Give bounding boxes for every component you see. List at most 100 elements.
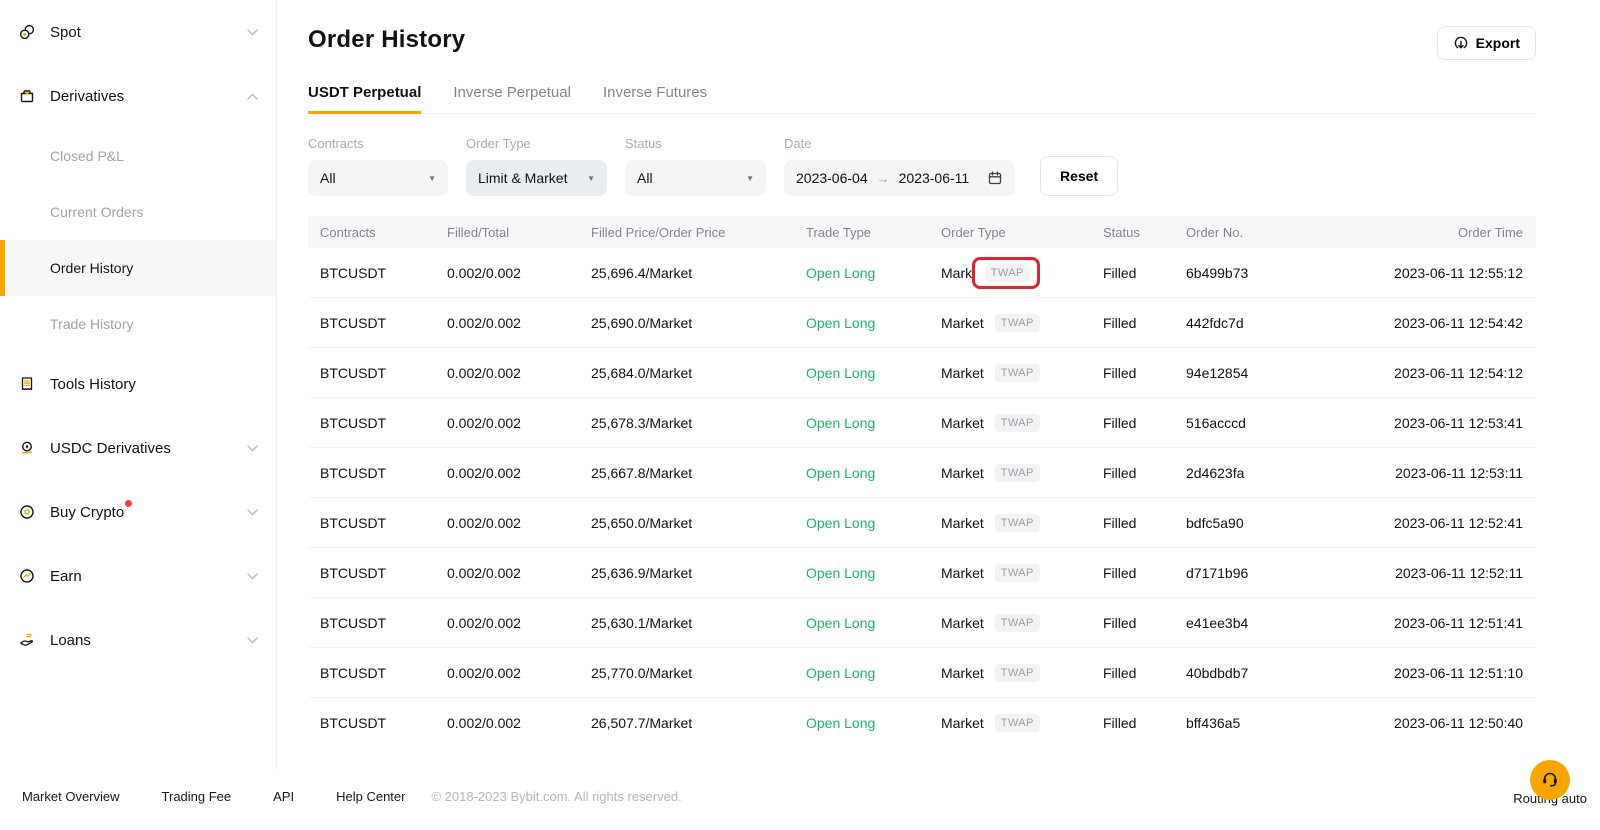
cell-contract: BTCUSDT (308, 565, 435, 581)
reset-button[interactable]: Reset (1040, 156, 1118, 196)
cell-trade-type: Open Long (794, 665, 929, 681)
cell-order-no: bff436a5 (1174, 715, 1378, 731)
cell-filled-total: 0.002/0.002 (435, 565, 579, 581)
cell-trade-type: Open Long (794, 315, 929, 331)
tab-usdt-perpetual[interactable]: USDT Perpetual (308, 84, 421, 113)
sidebar-item-buy-crypto[interactable]: Buy Crypto (0, 480, 276, 544)
tools-history-icon (18, 375, 36, 393)
cell-status: Filled (1091, 615, 1174, 631)
chevron-down-icon (247, 637, 258, 644)
cell-order-time: 2023-06-11 12:52:41 (1378, 515, 1536, 531)
main-content: Order History Export USDT Perpetual Inve… (277, 0, 1600, 770)
cell-trade-type: Open Long (794, 365, 929, 381)
sidebar-item-current-orders[interactable]: Current Orders (0, 184, 276, 240)
cell-order-type: Market TWAP (929, 458, 1091, 488)
tab-inverse-perpetual[interactable]: Inverse Perpetual (453, 84, 571, 113)
footer-link-trading-fee[interactable]: Trading Fee (162, 789, 232, 804)
sidebar: Spot Derivatives Closed P&L Current Ord (0, 0, 277, 770)
cell-status: Filled (1091, 315, 1174, 331)
contracts-select[interactable]: All ▼ (308, 160, 448, 196)
column-header: Order Type (929, 225, 1091, 240)
order-type-select[interactable]: Limit & Market ▼ (466, 160, 607, 196)
twap-annotation-box: TWAP (986, 708, 1049, 738)
footer-link-help-center[interactable]: Help Center (336, 789, 405, 804)
cell-contract: BTCUSDT (308, 515, 435, 531)
cell-price: 26,507.7/Market (579, 715, 794, 731)
sidebar-item-usdc-derivatives[interactable]: USDC Derivatives (0, 416, 276, 480)
twap-badge: TWAP (995, 514, 1040, 532)
sidebar-item-label: USDC Derivatives (50, 440, 171, 457)
sidebar-subitem-label: Current Orders (50, 204, 143, 220)
table-body: BTCUSDT 0.002/0.002 25,696.4/Market Open… (308, 248, 1536, 748)
app-window: Spot Derivatives Closed P&L Current Ord (0, 0, 1600, 770)
cell-price: 25,636.9/Market (579, 565, 794, 581)
caret-down-icon: ▼ (736, 174, 754, 183)
sidebar-item-label: Derivatives (50, 88, 124, 105)
headset-icon (1539, 769, 1561, 791)
status-select[interactable]: All ▼ (625, 160, 766, 196)
footer: Market Overview Trading Fee API Help Cen… (0, 770, 1600, 830)
tab-inverse-futures[interactable]: Inverse Futures (603, 84, 707, 113)
cell-trade-type: Open Long (794, 465, 929, 481)
cell-order-type: Market TWAP (929, 358, 1091, 388)
cell-contract: BTCUSDT (308, 265, 435, 281)
twap-annotation-box: TWAP (986, 608, 1049, 638)
column-header: Trade Type (794, 225, 929, 240)
twap-badge: TWAP (995, 714, 1040, 732)
sidebar-item-earn[interactable]: Earn (0, 544, 276, 608)
chevron-down-icon (247, 445, 258, 452)
sidebar-item-tools-history[interactable]: Tools History (0, 352, 276, 416)
cell-trade-type: Open Long (794, 565, 929, 581)
cell-contract: BTCUSDT (308, 665, 435, 681)
copyright-text: © 2018-2023 Bybit.com. All rights reserv… (431, 789, 681, 804)
cell-trade-type: Open Long (794, 415, 929, 431)
twap-badge: TWAP (995, 364, 1040, 382)
notification-dot (125, 500, 132, 507)
footer-link-market-overview[interactable]: Market Overview (22, 789, 120, 804)
table-row: BTCUSDT 0.002/0.002 25,667.8/Market Open… (308, 448, 1536, 498)
twap-annotation-box: TWAP (986, 308, 1049, 338)
table-row: BTCUSDT 0.002/0.002 25,678.3/Market Open… (308, 398, 1536, 448)
arrow-right-icon: → (877, 171, 890, 186)
footer-link-api[interactable]: API (273, 789, 294, 804)
sidebar-item-loans[interactable]: Loans (0, 608, 276, 672)
sidebar-item-order-history[interactable]: Order History (0, 240, 276, 296)
cell-filled-total: 0.002/0.002 (435, 465, 579, 481)
order-history-table: Contracts Filled/Total Filled Price/Orde… (308, 216, 1536, 748)
cell-order-time: 2023-06-11 12:53:41 (1378, 415, 1536, 431)
twap-annotation-box: TWAP (986, 408, 1049, 438)
sidebar-item-closed-pnl[interactable]: Closed P&L (0, 128, 276, 184)
sidebar-item-spot[interactable]: Spot (0, 0, 276, 64)
caret-down-icon: ▼ (577, 174, 595, 183)
date-range-picker[interactable]: 2023-06-04 → 2023-06-11 (784, 160, 1015, 196)
support-chat-button[interactable] (1530, 760, 1570, 800)
sidebar-item-derivatives[interactable]: Derivatives (0, 64, 276, 128)
cell-contract: BTCUSDT (308, 615, 435, 631)
export-button[interactable]: Export (1437, 26, 1536, 60)
table-row: BTCUSDT 0.002/0.002 25,684.0/Market Open… (308, 348, 1536, 398)
cell-price: 25,678.3/Market (579, 415, 794, 431)
table-row: BTCUSDT 0.002/0.002 25,770.0/Market Open… (308, 648, 1536, 698)
sidebar-item-trade-history[interactable]: Trade History (0, 296, 276, 352)
cell-order-time: 2023-06-11 12:52:11 (1378, 565, 1536, 581)
chevron-down-icon (247, 509, 258, 516)
cell-order-time: 2023-06-11 12:55:12 (1378, 265, 1536, 281)
cell-status: Filled (1091, 265, 1174, 281)
cell-filled-total: 0.002/0.002 (435, 615, 579, 631)
filter-bar: Contracts All ▼ Order Type Limit & Marke… (308, 136, 1536, 196)
cell-order-time: 2023-06-11 12:54:12 (1378, 365, 1536, 381)
cell-status: Filled (1091, 565, 1174, 581)
chevron-down-icon (247, 573, 258, 580)
cell-order-no: d7171b96 (1174, 565, 1378, 581)
twap-badge: TWAP (995, 664, 1040, 682)
order-type-filter-label: Order Type (466, 136, 607, 151)
table-header-row: Contracts Filled/Total Filled Price/Orde… (308, 216, 1536, 248)
column-header: Status (1091, 225, 1174, 240)
twap-badge: TWAP (995, 414, 1040, 432)
page-title: Order History (308, 26, 465, 54)
cell-filled-total: 0.002/0.002 (435, 315, 579, 331)
column-header: Contracts (308, 225, 435, 240)
cell-order-time: 2023-06-11 12:51:10 (1378, 665, 1536, 681)
cell-filled-total: 0.002/0.002 (435, 515, 579, 531)
cell-order-type: Market TWAP (929, 257, 1091, 289)
